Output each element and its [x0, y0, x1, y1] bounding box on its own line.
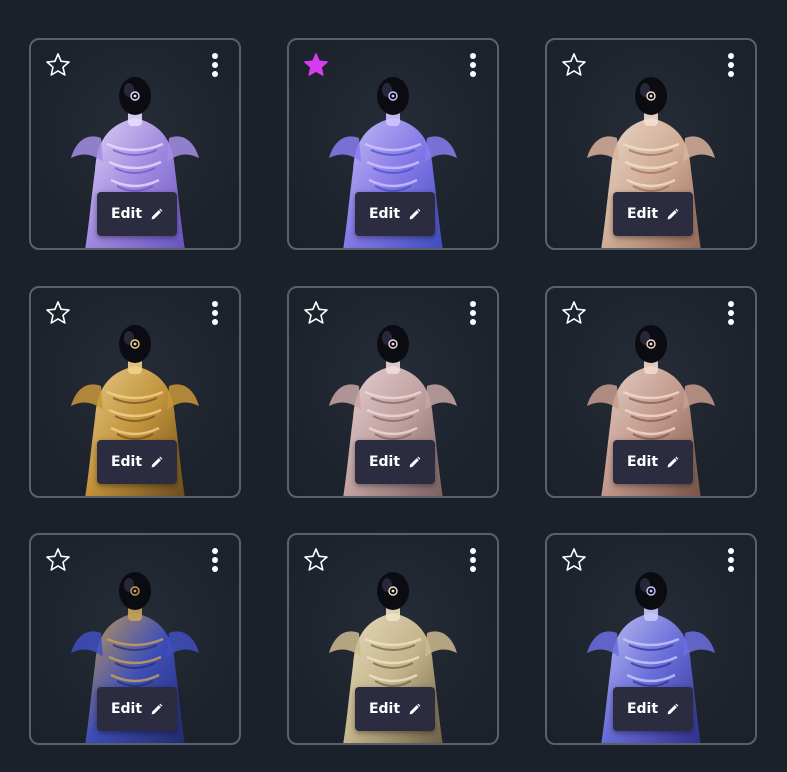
more-options-icon[interactable]	[725, 52, 737, 78]
favorite-star-icon[interactable]	[561, 547, 587, 573]
favorite-star-icon[interactable]	[45, 52, 71, 78]
avatar-grid: Edit Edit Edit Edit Edit Edit Edit Edit …	[0, 0, 787, 772]
edit-button-label: Edit	[626, 206, 659, 222]
more-options-icon[interactable]	[725, 300, 737, 326]
pencil-icon	[667, 703, 679, 714]
pencil-icon	[151, 208, 163, 219]
favorite-star-icon[interactable]	[303, 300, 329, 326]
more-options-icon[interactable]	[209, 52, 221, 78]
avatar-card[interactable]: Edit	[29, 533, 241, 745]
edit-button-label: Edit	[626, 701, 659, 717]
edit-button[interactable]: Edit	[355, 440, 435, 484]
edit-button-label: Edit	[110, 454, 143, 470]
avatar-card[interactable]: Edit	[545, 38, 757, 250]
more-options-icon[interactable]	[209, 300, 221, 326]
more-options-icon[interactable]	[209, 547, 221, 573]
more-options-icon[interactable]	[725, 547, 737, 573]
favorite-star-icon[interactable]	[45, 300, 71, 326]
edit-button[interactable]: Edit	[97, 687, 177, 731]
favorite-star-icon[interactable]	[561, 52, 587, 78]
favorite-star-icon[interactable]	[45, 547, 71, 573]
edit-button[interactable]: Edit	[97, 192, 177, 236]
edit-button-label: Edit	[368, 454, 401, 470]
favorite-star-icon[interactable]	[303, 547, 329, 573]
edit-button-label: Edit	[110, 206, 143, 222]
favorite-star-icon[interactable]	[303, 52, 329, 78]
favorite-star-icon[interactable]	[561, 300, 587, 326]
avatar-card[interactable]: Edit	[287, 533, 499, 745]
edit-button-label: Edit	[368, 701, 401, 717]
more-options-icon[interactable]	[467, 52, 479, 78]
pencil-icon	[409, 456, 421, 467]
pencil-icon	[151, 456, 163, 467]
pencil-icon	[409, 208, 421, 219]
edit-button-label: Edit	[626, 454, 659, 470]
avatar-card[interactable]: Edit	[287, 38, 499, 250]
edit-button[interactable]: Edit	[97, 440, 177, 484]
avatar-card[interactable]: Edit	[29, 38, 241, 250]
avatar-card[interactable]: Edit	[545, 286, 757, 498]
avatar-card[interactable]: Edit	[29, 286, 241, 498]
more-options-icon[interactable]	[467, 300, 479, 326]
edit-button[interactable]: Edit	[355, 192, 435, 236]
pencil-icon	[409, 703, 421, 714]
edit-button[interactable]: Edit	[613, 192, 693, 236]
avatar-card[interactable]: Edit	[545, 533, 757, 745]
edit-button[interactable]: Edit	[355, 687, 435, 731]
pencil-icon	[151, 703, 163, 714]
edit-button-label: Edit	[110, 701, 143, 717]
edit-button[interactable]: Edit	[613, 440, 693, 484]
edit-button-label: Edit	[368, 206, 401, 222]
pencil-icon	[667, 208, 679, 219]
more-options-icon[interactable]	[467, 547, 479, 573]
pencil-icon	[667, 456, 679, 467]
edit-button[interactable]: Edit	[613, 687, 693, 731]
avatar-card[interactable]: Edit	[287, 286, 499, 498]
